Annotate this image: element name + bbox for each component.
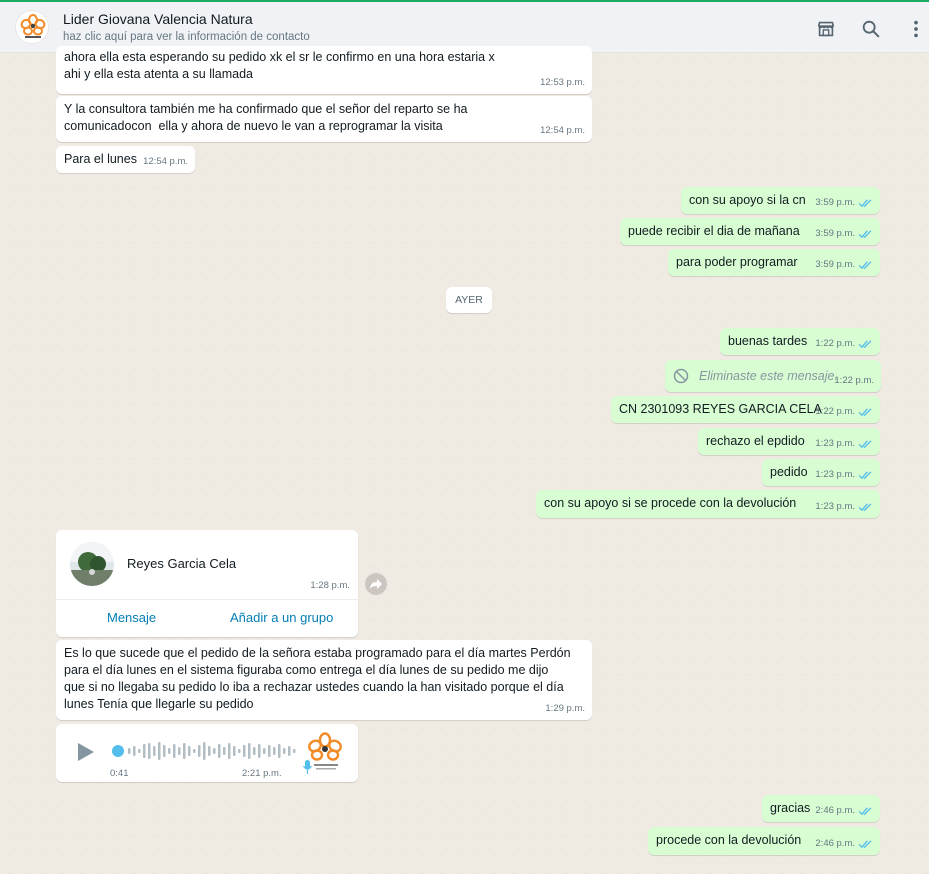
add-to-group-button[interactable]: Añadir a un grupo: [230, 610, 333, 625]
read-ticks-icon: [858, 339, 872, 348]
message-time: 3:59 p.m.: [815, 259, 855, 270]
message-time: 1:22 p.m.: [815, 338, 855, 349]
message-text: Y la consultora también me ha confirmado…: [64, 102, 471, 133]
message-text: para poder programar: [676, 255, 798, 269]
catalog-icon[interactable]: [815, 18, 837, 40]
message-time: 1:23 p.m.: [815, 469, 855, 480]
contact-card[interactable]: Reyes Garcia Cela 1:28 p.m. Mensaje Añad…: [56, 530, 358, 637]
message-time: 2:46 p.m.: [815, 838, 855, 849]
message-bubble[interactable]: para poder programar 3:59 p.m.: [668, 249, 880, 276]
message-bubble[interactable]: rechazo el epdido 1:23 p.m.: [698, 428, 880, 455]
message-bubble[interactable]: ahora ella esta esperando su pedido xk e…: [56, 46, 592, 94]
message-time: 1:22 p.m.: [834, 375, 874, 386]
message-text: Eliminaste este mensaje.: [699, 369, 838, 383]
message-text: gracias: [770, 801, 811, 815]
message-bubble[interactable]: procede con la devolución 2:46 p.m.: [648, 827, 880, 855]
read-ticks-icon: [858, 439, 872, 448]
message-time: 1:23 p.m.: [815, 438, 855, 449]
message-time: 3:59 p.m.: [815, 228, 855, 239]
message-time: 12:53 p.m.: [540, 77, 585, 88]
message-time: 12:54 p.m.: [143, 156, 188, 167]
read-ticks-icon: [858, 260, 872, 269]
message-text: CN 2301093 REYES GARCIA CELA: [619, 402, 822, 416]
contact-card-name: Reyes Garcia Cela: [127, 556, 237, 571]
message-text: con su apoyo si la cn: [689, 193, 806, 207]
contact-avatar[interactable]: [15, 10, 49, 44]
message-time: 1:29 p.m.: [545, 703, 585, 714]
search-icon[interactable]: [860, 18, 882, 40]
voice-duration: 0:41: [110, 768, 129, 779]
natura-logo-icon: [16, 11, 48, 43]
read-ticks-icon: [858, 806, 872, 815]
contact-card-avatar[interactable]: [70, 542, 114, 586]
read-ticks-icon: [858, 229, 872, 238]
message-text: pedido: [770, 465, 808, 479]
read-ticks-icon: [858, 470, 872, 479]
read-ticks-icon: [858, 407, 872, 416]
message-time: 2:46 p.m.: [815, 805, 855, 816]
sender-avatar-natura-logo-icon: [302, 730, 348, 776]
deleted-message-bubble[interactable]: Eliminaste este mensaje. 1:22 p.m.: [665, 360, 881, 392]
chat-area[interactable]: ahora ella esta esperando su pedido xk e…: [0, 46, 929, 874]
menu-dots-icon[interactable]: [905, 18, 927, 40]
blocked-icon: [673, 368, 689, 384]
profile-photo-icon: [70, 542, 114, 586]
message-time: 12:54 p.m.: [540, 125, 585, 136]
message-text: con su apoyo si se procede con la devolu…: [544, 496, 797, 510]
message-text: Para el lunes: [64, 152, 137, 166]
message-bubble[interactable]: puede recibir el dia de mañana 3:59 p.m.: [620, 218, 880, 245]
message-text: Es lo que sucede que el pedido de la señ…: [64, 646, 575, 711]
message-bubble[interactable]: CN 2301093 REYES GARCIA CELA 1:22 p.m.: [611, 396, 880, 423]
message-bubble[interactable]: con su apoyo si la cn 3:59 p.m.: [681, 187, 880, 214]
contact-info-hint[interactable]: haz clic aquí para ver la información de…: [63, 31, 310, 43]
message-bubble[interactable]: Para el lunes 12:54 p.m.: [56, 146, 195, 173]
message-text: ahora ella esta esperando su pedido xk e…: [64, 50, 499, 81]
message-time: 1:28 p.m.: [310, 580, 350, 591]
message-text: rechazo el epdido: [706, 434, 805, 448]
message-bubble[interactable]: gracias 2:46 p.m.: [762, 795, 880, 822]
message-bubble[interactable]: buenas tardes 1:22 p.m.: [720, 328, 880, 355]
message-bubble[interactable]: Y la consultora también me ha confirmado…: [56, 96, 592, 142]
message-time: 1:23 p.m.: [815, 501, 855, 512]
contact-name[interactable]: Lider Giovana Valencia Natura: [63, 11, 253, 27]
message-contact-button[interactable]: Mensaje: [107, 610, 156, 625]
read-ticks-icon: [858, 502, 872, 511]
message-text: buenas tardes: [728, 334, 808, 348]
divider: [56, 599, 358, 600]
message-bubble[interactable]: pedido 1:23 p.m.: [762, 459, 880, 486]
voice-note[interactable]: 0:41 2:21 p.m.: [56, 724, 358, 782]
message-time: 3:59 p.m.: [815, 197, 855, 208]
play-icon[interactable]: [74, 741, 96, 763]
read-ticks-icon: [858, 839, 872, 848]
message-bubble[interactable]: Es lo que sucede que el pedido de la señ…: [56, 640, 592, 720]
day-separator: AYER: [446, 287, 492, 313]
message-text: puede recibir el dia de mañana: [628, 224, 800, 238]
message-time: 2:21 p.m.: [242, 768, 282, 779]
message-bubble[interactable]: con su apoyo si se procede con la devolu…: [536, 490, 880, 518]
forward-icon[interactable]: [365, 573, 387, 595]
message-time: 1:22 p.m.: [815, 406, 855, 417]
read-ticks-icon: [858, 198, 872, 207]
message-text: procede con la devolución: [656, 833, 802, 847]
